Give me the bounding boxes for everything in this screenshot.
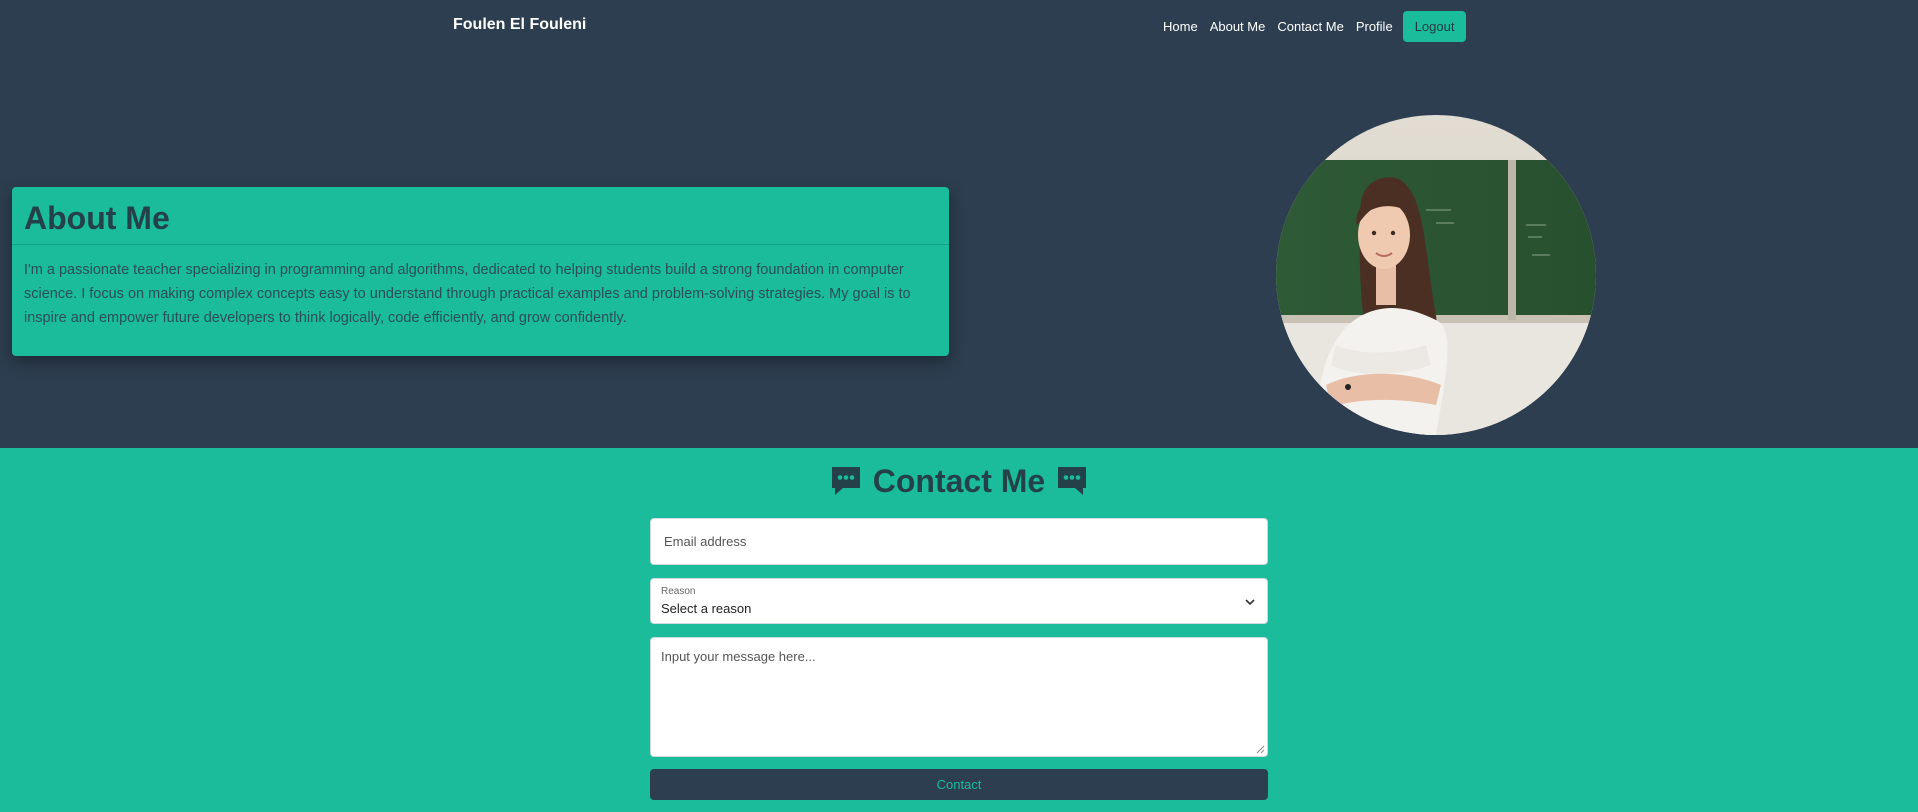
logout-button[interactable]: Logout: [1402, 11, 1467, 42]
resize-grip-icon[interactable]: [1256, 745, 1265, 754]
message-field-wrapper: [650, 637, 1268, 757]
nav-home[interactable]: Home: [1163, 19, 1198, 34]
contact-heading: Contact Me: [0, 462, 1918, 500]
contact-title: Contact Me: [872, 463, 1046, 499]
nav-contact-me[interactable]: Contact Me: [1277, 19, 1343, 34]
message-field[interactable]: [651, 638, 1267, 756]
contact-form: Reason Select a reason Contact: [650, 518, 1268, 800]
main-nav: Home About Me Contact Me Profile Logout: [1163, 11, 1467, 42]
chevron-down-icon: [1245, 599, 1255, 606]
contact-section: Contact Me Reason Select a reason Contac…: [0, 448, 1918, 812]
chat-bubble-icon: [1058, 467, 1087, 495]
reason-selected-value: Select a reason: [661, 601, 752, 616]
about-title: About Me: [12, 187, 949, 245]
reason-select[interactable]: Reason Select a reason: [650, 578, 1268, 624]
contact-submit-button[interactable]: Contact: [650, 769, 1268, 800]
reason-label: Reason: [661, 586, 696, 597]
profile-photo: [1276, 115, 1596, 435]
email-field-wrapper: [650, 518, 1268, 565]
email-field[interactable]: [651, 519, 1267, 564]
hero-section: Foulen El Fouleni Home About Me Contact …: [0, 0, 1918, 448]
nav-about-me[interactable]: About Me: [1210, 19, 1266, 34]
nav-profile[interactable]: Profile: [1356, 19, 1393, 34]
about-description: I'm a passionate teacher specializing in…: [24, 262, 911, 326]
teacher-portrait-image: [1276, 115, 1596, 435]
about-card: About Me I'm a passionate teacher specia…: [12, 187, 949, 356]
brand-name[interactable]: Foulen El Fouleni: [453, 15, 586, 35]
chat-bubble-icon: [831, 467, 860, 495]
